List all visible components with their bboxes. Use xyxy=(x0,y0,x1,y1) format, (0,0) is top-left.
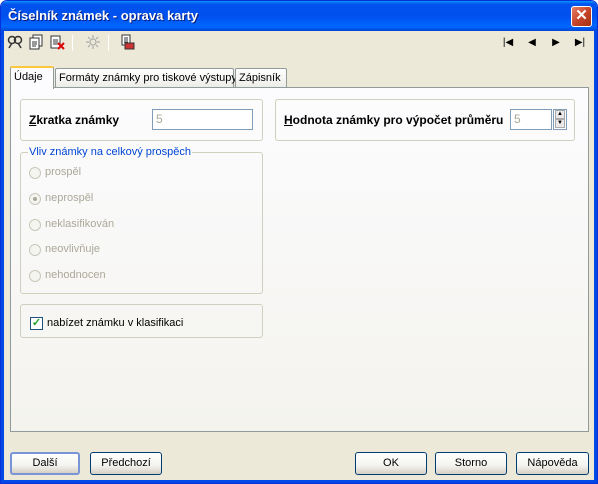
close-button[interactable]: ✕ xyxy=(571,6,592,27)
radio-neprospel[interactable] xyxy=(29,193,41,205)
spin-up-icon[interactable]: ▲ xyxy=(555,110,565,119)
radio-prospel[interactable] xyxy=(29,167,41,179)
next-button[interactable]: Další xyxy=(10,452,80,475)
nabizet-checkbox-label: nabízet známku v klasifikaci xyxy=(47,317,184,329)
tab-label: Údaje xyxy=(14,71,43,83)
prev-button[interactable]: Předchozí xyxy=(90,452,162,475)
tab-formaty[interactable]: Formáty známky pro tiskové výstupy xyxy=(55,68,237,88)
radio-label-neprospel: neprospěl xyxy=(45,192,94,204)
radio-neovlivnuje[interactable] xyxy=(29,244,41,256)
spin-down-icon[interactable]: ▼ xyxy=(555,119,565,128)
last-icon: ▶| xyxy=(574,37,586,48)
radio-nehodnocen[interactable] xyxy=(29,270,41,282)
zkratka-label: Zkratka známky xyxy=(29,113,120,127)
last-record-button[interactable]: ▶| xyxy=(570,34,590,52)
radio-label-neovlivnuje: neovlivňuje xyxy=(45,243,101,255)
first-icon: |◀ xyxy=(502,37,514,48)
tab-udaje[interactable]: Údaje xyxy=(10,66,54,89)
help-button[interactable]: Nápověda xyxy=(516,452,589,475)
print-icon[interactable] xyxy=(118,34,136,52)
title-bar: Číselník známek - oprava karty ✕ xyxy=(1,1,597,31)
cancel-button[interactable]: Storno xyxy=(435,452,507,475)
radio-neklasifikovan[interactable] xyxy=(29,219,41,231)
vliv-group-label: Vliv známky na celkový prospěch xyxy=(28,146,193,158)
radio-label-neklasifikovan: neklasifikován xyxy=(45,218,115,230)
tab-label: Formáty známky pro tiskové výstupy xyxy=(59,72,237,84)
dialog-window: Číselník známek - oprava karty ✕ |◀ ◀ ▶ … xyxy=(0,0,598,484)
next-icon: ▶ xyxy=(552,37,560,48)
zkratka-input[interactable]: 5 xyxy=(152,109,253,130)
prev-record-button[interactable]: ◀ xyxy=(522,34,542,52)
check-icon: ✓ xyxy=(31,317,42,329)
tab-label: Zápisník xyxy=(239,72,281,84)
prev-icon: ◀ xyxy=(528,37,536,48)
nabizet-checkbox[interactable]: ✓ xyxy=(30,317,43,330)
filter-icon[interactable] xyxy=(84,34,102,52)
copy-record-icon[interactable] xyxy=(27,34,45,52)
hodnota-spinner[interactable]: ▲ ▼ xyxy=(553,109,567,130)
window-title: Číselník známek - oprava karty xyxy=(8,8,199,23)
hodnota-input[interactable]: 5 xyxy=(510,109,552,130)
delete-record-icon[interactable] xyxy=(48,34,66,52)
find-icon[interactable] xyxy=(6,34,24,52)
toolbar: |◀ ◀ ▶ ▶| xyxy=(4,31,594,55)
ok-button[interactable]: OK xyxy=(355,452,427,475)
radio-label-prospel: prospěl xyxy=(45,166,82,178)
next-record-button[interactable]: ▶ xyxy=(546,34,566,52)
close-icon: ✕ xyxy=(575,7,588,24)
radio-label-nehodnocen: nehodnocen xyxy=(45,269,106,281)
first-record-button[interactable]: |◀ xyxy=(498,34,518,52)
tab-zapisnik[interactable]: Zápisník xyxy=(235,68,287,88)
hodnota-label: Hodnota známky pro výpočet průměru xyxy=(284,113,504,127)
